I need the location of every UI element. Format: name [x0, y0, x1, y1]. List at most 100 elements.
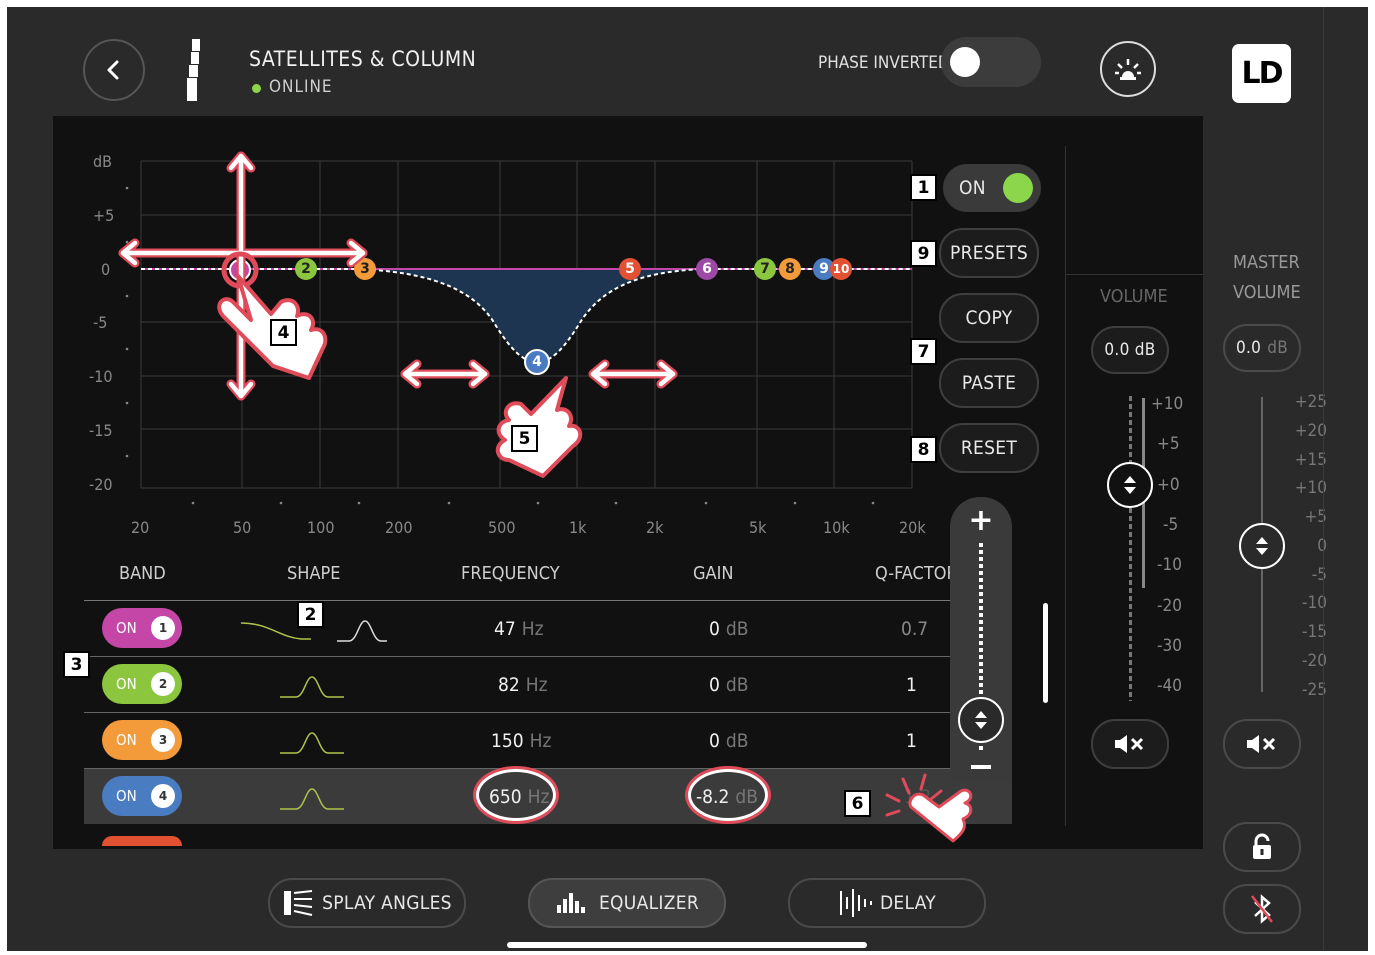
freq-cell[interactable]: 82 Hz	[498, 657, 548, 712]
device-status: ONLINE	[269, 77, 333, 97]
table-row[interactable]: ON 2 82 Hz 0 dB 1	[84, 657, 952, 713]
eq-on-label: ON	[959, 177, 986, 199]
q-cell[interactable]: 0.7	[901, 601, 928, 656]
tab-label: SPLAY ANGLES	[322, 892, 452, 914]
x-tick-10k: 10k	[823, 518, 850, 537]
reset-button[interactable]: RESET	[939, 423, 1039, 473]
updown-icon	[1124, 476, 1136, 494]
equalizer-icon	[556, 893, 585, 913]
volume-scale: +10 +5 +0 -5 -10 -20 -30 -40	[1151, 394, 1211, 714]
freq-cell[interactable]: 47 Hz	[494, 601, 544, 656]
table-row[interactable]: ON 3 150 Hz 0 dB 1	[84, 713, 952, 769]
master-scale: +25 +20 +15 +10 +5 0 -5 -10 -15 -20 -25	[1277, 392, 1327, 712]
phase-inverted-toggle[interactable]	[941, 37, 1041, 87]
annotation-badge-3: 3	[63, 651, 90, 678]
x-tick-20k: 20k	[899, 518, 926, 537]
volume-value[interactable]: 0.0 dB	[1091, 326, 1169, 374]
next-row-peek	[102, 836, 182, 846]
master-volume-value[interactable]: 0.0 dB	[1223, 324, 1301, 372]
zoom-slider-handle[interactable]	[958, 697, 1004, 743]
annotation-badge-6: 6	[844, 790, 871, 817]
master-value: 0.0	[1235, 338, 1262, 358]
copy-button[interactable]: COPY	[939, 293, 1039, 343]
gain-cell[interactable]: 0 dB	[709, 657, 748, 712]
q-cell[interactable]: 1	[906, 713, 917, 768]
scale-label: +5	[1157, 434, 1180, 454]
chevron-left-icon	[107, 60, 119, 80]
scale-label: +10	[1151, 394, 1184, 414]
shape-bell-icon[interactable]	[278, 729, 348, 757]
x-tick-1k: 1k	[569, 518, 587, 537]
updown-icon	[975, 711, 987, 729]
x-tick-50: 50	[233, 518, 252, 537]
x-tick-100: 100	[307, 518, 335, 537]
eq-node-7[interactable]: 7	[754, 258, 776, 280]
tab-splay-angles[interactable]: SPLAY ANGLES	[268, 878, 466, 928]
band-toggle-3[interactable]: ON 3	[102, 720, 182, 760]
annotation-badge-1: 1	[910, 174, 937, 201]
mute-icon	[1247, 735, 1276, 753]
right-edge-divider	[1323, 7, 1324, 951]
waveform-icon	[839, 889, 872, 917]
toggle-label: ON	[116, 619, 137, 637]
eq-on-toggle[interactable]: ON	[943, 164, 1041, 212]
presets-button[interactable]: PRESETS	[939, 228, 1039, 278]
shape-bell-icon[interactable]	[278, 673, 348, 701]
online-indicator	[252, 84, 261, 93]
tab-delay[interactable]: DELAY	[788, 878, 986, 928]
minus-icon[interactable]	[971, 765, 991, 769]
toggle-label: ON	[116, 731, 137, 749]
phase-inverted-label: PHASE INVERTED	[818, 53, 950, 73]
master-unit: dB	[1267, 338, 1289, 358]
zoom-slider[interactable]: +	[950, 497, 1012, 782]
master-volume-handle[interactable]	[1239, 523, 1285, 569]
mute-icon	[1115, 735, 1144, 753]
band-toggle-4[interactable]: ON 4	[102, 776, 182, 816]
bluetooth-button[interactable]	[1223, 884, 1301, 934]
lock-button[interactable]	[1223, 822, 1301, 872]
gain-value: 0	[709, 729, 720, 752]
gesture-badge-5: 5	[511, 425, 538, 452]
plus-icon[interactable]: +	[950, 503, 1012, 538]
bulb-icon	[1115, 59, 1141, 80]
table-row-selected[interactable]: ON4 650Hz -8.2dB 1.2	[84, 769, 1012, 824]
header-q-factor: Q-FACTOR	[875, 563, 958, 584]
x-tick-5k: 5k	[749, 518, 767, 537]
volume-track	[1129, 396, 1132, 701]
freq-value: 82	[498, 673, 520, 696]
toggle-label: ON	[116, 675, 137, 693]
app-window: SATELLITES & COLUMN ONLINE PHASE INVERTE…	[7, 7, 1368, 951]
volume-mute-button[interactable]	[1091, 719, 1169, 769]
lock-icon	[1253, 833, 1271, 859]
annotation-badge-8: 8	[910, 436, 937, 463]
gain-cell[interactable]: 0 dB	[709, 601, 748, 656]
scale-label: -5	[1311, 565, 1327, 585]
master-label-2: VOLUME	[1233, 282, 1301, 303]
ld-logo: LD	[1232, 44, 1291, 103]
gain-cell[interactable]: 0 dB	[709, 713, 748, 768]
gesture-badge-4: 4	[270, 319, 297, 346]
eq-node-10[interactable]: 10	[830, 258, 852, 280]
freq-cell[interactable]: 150 Hz	[491, 713, 551, 768]
band-toggle-1[interactable]: ON 1	[102, 608, 182, 648]
freq-highlight-ring	[476, 769, 556, 821]
back-button[interactable]	[83, 39, 145, 101]
freq-unit: Hz	[529, 729, 552, 752]
table-row[interactable]: ON 1 47 Hz 0 dB 0.7	[84, 601, 952, 657]
tab-label: EQUALIZER	[598, 892, 700, 914]
eq-on-knob	[1003, 173, 1033, 203]
volume-handle[interactable]	[1107, 462, 1153, 508]
tab-label: DELAY	[879, 892, 937, 914]
q-cell[interactable]: 1	[906, 657, 917, 712]
gain-value: 0	[709, 617, 720, 640]
annotation-badge-9: 9	[910, 240, 937, 267]
identify-light-button[interactable]	[1100, 41, 1156, 97]
x-tick-500: 500	[488, 518, 516, 537]
shape-bell-icon[interactable]	[278, 785, 348, 813]
eq-node-8[interactable]: 8	[779, 258, 801, 280]
tab-equalizer[interactable]: EQUALIZER	[528, 878, 726, 928]
x-tick-2k: 2k	[646, 518, 664, 537]
master-mute-button[interactable]	[1223, 719, 1301, 769]
paste-button[interactable]: PASTE	[939, 358, 1039, 408]
band-toggle-2[interactable]: ON 2	[102, 664, 182, 704]
